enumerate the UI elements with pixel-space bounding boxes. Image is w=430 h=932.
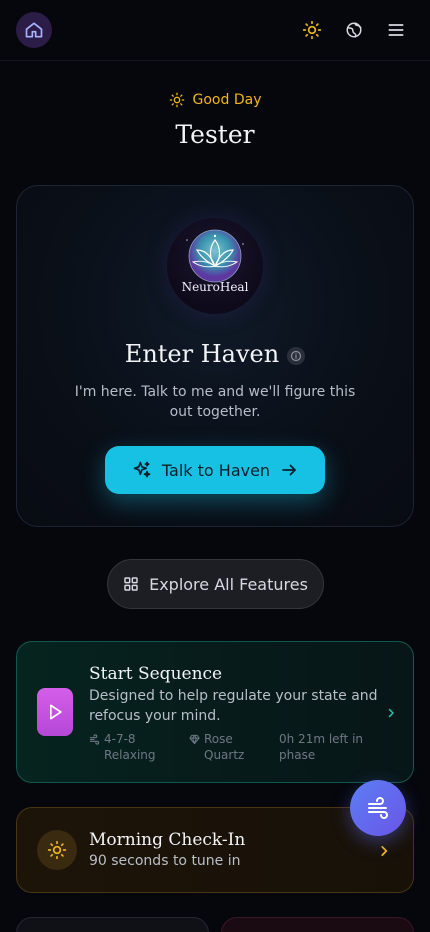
wind-icon — [368, 797, 388, 819]
info-icon — [291, 350, 302, 362]
feature-tile-left[interactable] — [16, 917, 209, 932]
breathing-pattern-text: 4-7-8 Relaxing — [104, 732, 156, 762]
haven-title: Enter Haven — [124, 340, 280, 368]
crystal: Rose Quartz — [189, 731, 269, 763]
gem-icon — [189, 734, 200, 745]
globe-icon — [346, 22, 362, 38]
talk-to-haven-button[interactable]: Talk to Haven — [105, 446, 325, 494]
play-button[interactable] — [37, 688, 73, 736]
feature-tile-right[interactable] — [221, 917, 414, 932]
greeting-text: Good Day — [192, 92, 262, 108]
arrow-right-icon — [282, 464, 296, 476]
greeting: Good Day — [0, 92, 430, 108]
home-button[interactable] — [16, 12, 52, 48]
info-button[interactable] — [287, 347, 306, 365]
logo-text: NeuroHeal — [181, 280, 249, 294]
sequence-description: Designed to help regulate your state and… — [89, 688, 378, 724]
haven-title-row: Enter Haven — [17, 340, 413, 368]
talk-to-haven-label: Talk to Haven — [161, 460, 271, 480]
checkin-subtitle: 90 seconds to tune in — [89, 853, 241, 869]
language-button[interactable] — [344, 20, 364, 40]
sun-icon — [169, 92, 184, 108]
haven-subtitle: I'm here. Talk to me and we'll figure th… — [74, 384, 356, 420]
menu-button[interactable] — [386, 20, 406, 40]
sun-badge — [37, 830, 77, 870]
home-icon — [25, 22, 43, 38]
breathing-fab-button[interactable] — [350, 780, 406, 836]
play-icon — [50, 704, 62, 720]
theme-toggle-button[interactable] — [302, 20, 322, 40]
sparkles-icon — [133, 461, 151, 478]
explore-label: Explore All Features — [149, 574, 308, 594]
breathing-pattern: 4-7-8 Relaxing — [89, 731, 179, 763]
crystal-text: Rose Quartz — [204, 732, 245, 762]
chevron-right-icon — [381, 846, 388, 856]
sun-icon — [302, 20, 322, 40]
start-sequence-card[interactable]: Start Sequence Designed to help regulate… — [16, 641, 414, 783]
wind-icon — [89, 734, 100, 745]
sun-icon — [47, 840, 67, 860]
neuroheal-logo: NeuroHeal — [167, 218, 263, 314]
lotus-icon — [186, 229, 244, 283]
hamburger-menu-icon — [388, 24, 404, 36]
sequence-title: Start Sequence — [89, 664, 223, 684]
haven-card: NeuroHeal Enter Haven I'm here. Talk to … — [16, 185, 414, 527]
explore-all-features-button[interactable]: Explore All Features — [107, 559, 324, 609]
user-name: Tester — [175, 120, 255, 149]
top-bar — [0, 0, 430, 61]
checkin-title: Morning Check-In — [89, 830, 246, 850]
phase-remaining: 0h 21m left in phase — [279, 732, 364, 762]
chevron-right-icon — [388, 708, 394, 718]
grid-icon — [124, 577, 138, 591]
